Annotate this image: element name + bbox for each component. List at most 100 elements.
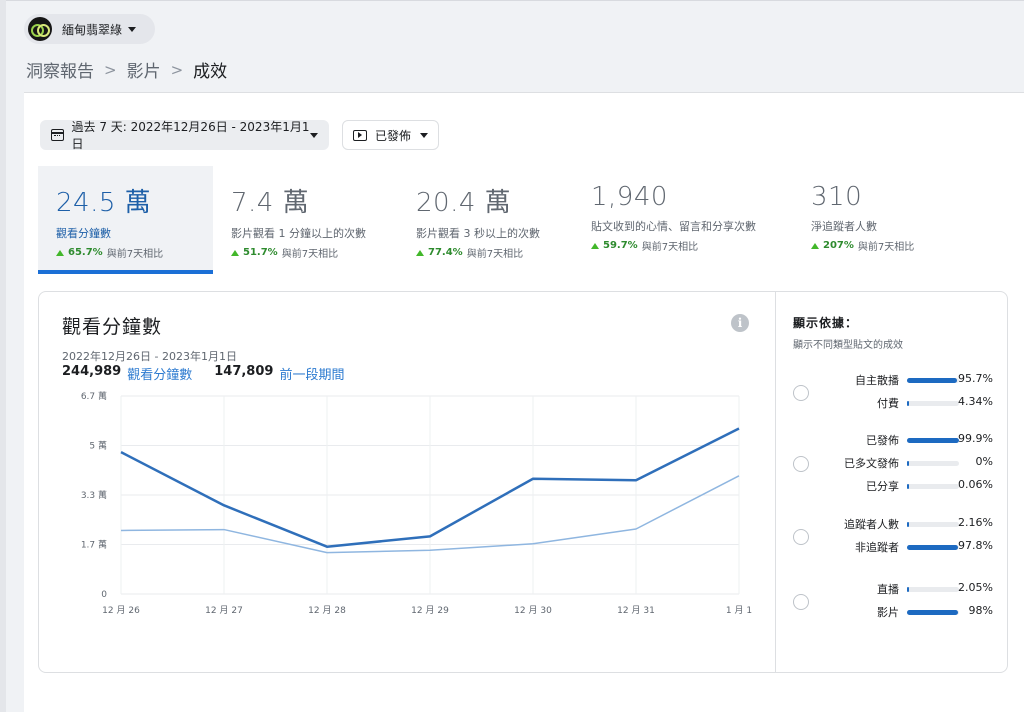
breakdown-bar-fill (907, 378, 957, 383)
x-tick-label: 12 月 31 (617, 605, 655, 616)
arrow-up-icon (231, 249, 239, 256)
previous-label[interactable]: 前一段期間 (279, 364, 344, 383)
breakdown-row-label: 已分享 (866, 480, 899, 493)
arrow-up-icon (811, 242, 819, 249)
chart-summary: 244,989 觀看分鐘數 147,809 前一段期間 (62, 364, 366, 383)
y-tick-label: 1.7 萬 (81, 539, 107, 551)
breakdown-bar-fill (907, 610, 958, 615)
breadcrumb-videos[interactable]: 影片 (127, 57, 161, 82)
info-icon[interactable]: i (731, 314, 749, 332)
breakdown-row: 影片 98% (776, 604, 1008, 624)
chart-panel: 觀看分鐘數 i 2022年12月26日 - 2023年1月1日 244,989 … (38, 291, 1008, 673)
breakdown-row: 追蹤者人數 2.16% (776, 516, 1008, 536)
metric-compare: 與前7天相比 (641, 242, 699, 253)
breakdown-bar-track (907, 522, 959, 527)
tab-reactions[interactable]: 1,940 貼文收到的心情、留言和分享次數 59.7% 與前7天相比 (573, 166, 791, 274)
metric-label: 影片觀看 1 分鐘以上的次數 (231, 227, 366, 240)
metric-value: 1,940 (591, 182, 668, 212)
tab-three-second-views[interactable]: 20.4 萬 影片觀看 3 秒以上的次數 77.4% 與前7天相比 (398, 166, 573, 274)
status-filter-button[interactable]: 已發佈 (342, 120, 439, 150)
breakdown-row-label: 自主散播 (855, 374, 899, 387)
breakdown-row-value: 98% (968, 604, 993, 617)
x-tick-label: 12 月 29 (411, 605, 449, 616)
breakdown-bar-track (907, 461, 959, 466)
metric-compare: 與前7天相比 (857, 242, 915, 253)
arrow-up-icon (56, 249, 64, 256)
metric-change: 77.4% 與前7天相比 (416, 245, 573, 260)
page-selector[interactable]: 緬甸翡翠綠 (24, 14, 155, 44)
left-edge (0, 0, 6, 712)
arrow-up-icon (591, 242, 599, 249)
metric-change-pct: 207% (823, 240, 854, 251)
breakdown-row: 已多文發佈 0% (776, 455, 1008, 475)
breakdown-row-value: 2.05% (958, 581, 993, 594)
page-name: 緬甸翡翠綠 (62, 22, 123, 37)
previous-total: 147,809 (214, 364, 274, 379)
metric-change: 207% 與前7天相比 (811, 238, 963, 253)
metric-label: 影片觀看 3 秒以上的次數 (416, 227, 540, 240)
breakdown-row: 已分享 0.06% (776, 478, 1008, 498)
breadcrumb-separator: > (170, 60, 184, 79)
breakdown-row: 已發佈 99.9% (776, 432, 1008, 452)
metric-value: 310 (811, 182, 863, 212)
video-icon (353, 129, 367, 141)
breakdown-bar-fill (907, 438, 959, 443)
y-tick-label: 0 (101, 590, 107, 600)
tab-minutes-viewed[interactable]: 24.5 萬 觀看分鐘數 65.7% 與前7天相比 (38, 166, 213, 274)
breadcrumb-separator: > (104, 60, 117, 79)
current-total: 244,989 (62, 364, 122, 379)
chart-date-range: 2022年12月26日 - 2023年1月1日 (62, 350, 237, 363)
metric-compare: 與前7天相比 (106, 249, 164, 260)
page-avatar (28, 17, 52, 41)
x-tick-label: 12 月 26 (102, 605, 140, 616)
breakdown-row-value: 2.16% (958, 516, 993, 529)
breakdown-row-label: 非追蹤者 (855, 541, 899, 554)
breadcrumb-performance: 成效 (193, 62, 228, 82)
metric-label: 觀看分鐘數 (56, 227, 111, 240)
breadcrumb-insights[interactable]: 洞察報告 (26, 57, 94, 82)
breakdown-bar-fill (907, 587, 909, 592)
tab-net-followers[interactable]: 310 淨追蹤者人數 207% 與前7天相比 (793, 166, 963, 274)
top-border (0, 0, 1024, 1)
metric-change: 51.7% 與前7天相比 (231, 245, 398, 260)
caret-down-icon (310, 132, 318, 138)
breakdown-row-label: 已多文發佈 (844, 457, 899, 470)
breakdown-row-value: 0.06% (958, 478, 993, 491)
breakdown-row: 自主散播 95.7% (776, 372, 1008, 392)
caret-down-icon (128, 26, 137, 32)
breakdown-bar-track (907, 545, 959, 550)
breakdown-row-value: 0% (975, 455, 993, 468)
metric-compare: 與前7天相比 (281, 249, 339, 260)
y-tick-label: 3.3 萬 (81, 489, 107, 501)
breakdown-bar-fill (907, 545, 958, 550)
y-tick-label: 6.7 萬 (81, 390, 107, 402)
x-tick-label: 12 月 28 (308, 605, 346, 616)
current-label[interactable]: 觀看分鐘數 (127, 364, 192, 383)
date-range-label: 過去 7 天: 2022年12月26日 - 2023年1月1日 (71, 120, 310, 151)
breakdown-row-label: 影片 (877, 606, 899, 619)
metric-label: 淨追蹤者人數 (811, 220, 877, 233)
main-card: 過去 7 天: 2022年12月26日 - 2023年1月1日 已發佈 24.5… (24, 92, 1024, 712)
breakdown-row-label: 已發佈 (866, 434, 899, 447)
line-chart: 0 1.7 萬 3.3 萬 5 萬 6.7 萬 12 月 26 12 月 27 12 月 28… (81, 390, 752, 616)
breakdown-bar-fill (907, 484, 909, 489)
status-filter-label: 已發佈 (375, 128, 412, 143)
breakdown-bar-track (907, 587, 959, 592)
date-range-button[interactable]: 過去 7 天: 2022年12月26日 - 2023年1月1日 (40, 120, 329, 151)
metric-label: 貼文收到的心情、留言和分享次數 (591, 220, 756, 233)
metric-change-pct: 59.7% (603, 240, 638, 251)
breakdown-row-label: 直播 (877, 583, 899, 596)
breakdown-bar-track (907, 378, 959, 383)
breakdown-row-value: 99.9% (958, 432, 993, 445)
metric-value: 24.5 萬 (56, 188, 152, 218)
tab-one-minute-views[interactable]: 7.4 萬 影片觀看 1 分鐘以上的次數 51.7% 與前7天相比 (213, 166, 398, 274)
arrow-up-icon (416, 249, 424, 256)
caret-down-icon (420, 132, 428, 138)
breakdown-row: 非追蹤者 97.8% (776, 539, 1008, 559)
metric-compare: 與前7天相比 (466, 249, 524, 260)
breakdown-row-label: 追蹤者人數 (844, 518, 899, 531)
metric-value: 20.4 萬 (416, 188, 512, 218)
breakdown-bar-track (907, 484, 959, 489)
calendar-icon (51, 129, 64, 141)
breakdown-bar-fill (907, 522, 909, 527)
